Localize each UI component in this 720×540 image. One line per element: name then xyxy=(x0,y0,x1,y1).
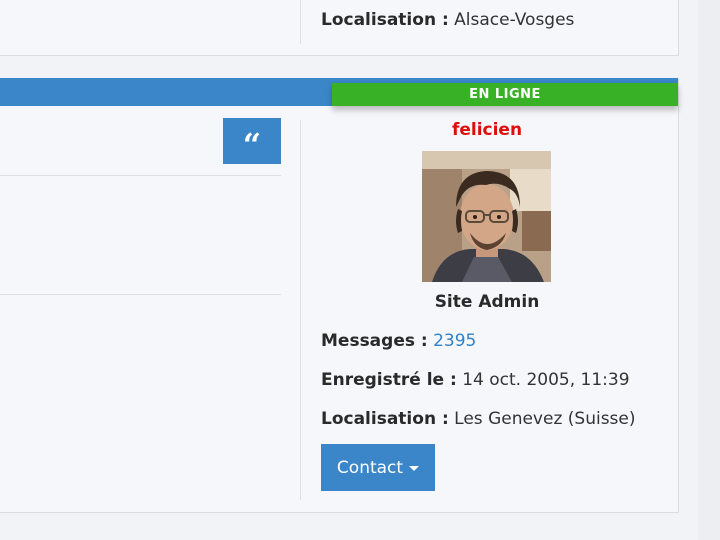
location-label: Localisation : xyxy=(321,409,449,429)
quote-button[interactable]: “ xyxy=(223,118,281,164)
contact-dropdown-button[interactable]: Contact xyxy=(321,444,435,491)
avatar-image xyxy=(422,151,551,282)
scrollbar-gutter xyxy=(698,0,720,540)
online-status-badge: EN LIGNE xyxy=(332,83,678,106)
content-separator xyxy=(0,294,281,295)
previous-post-card: Localisation : Alsace-Vosges xyxy=(0,0,679,56)
column-divider xyxy=(300,0,301,44)
user-rank: Site Admin xyxy=(434,292,540,312)
avatar[interactable] xyxy=(422,151,551,282)
registration-date-row: Enregistré le : 14 oct. 2005, 11:39 xyxy=(321,370,630,390)
previous-author-location: Localisation : Alsace-Vosges xyxy=(321,10,574,30)
messages-count-row: Messages : 2395 xyxy=(321,331,476,351)
location-label: Localisation : xyxy=(321,10,449,30)
column-divider xyxy=(300,120,301,500)
contact-label: Contact xyxy=(336,457,404,478)
registered-value: 14 oct. 2005, 11:39 xyxy=(462,370,630,390)
messages-count-link[interactable]: 2395 xyxy=(433,331,476,351)
location-value: Les Genevez (Suisse) xyxy=(454,409,636,429)
author-username[interactable]: felicien xyxy=(302,120,672,140)
post-card: EN LIGNE “ felicien Site Admin Messages … xyxy=(0,78,679,513)
registered-label: Enregistré le : xyxy=(321,370,457,390)
caret-down-icon xyxy=(409,466,420,471)
location-row: Localisation : Les Genevez (Suisse) xyxy=(321,409,636,429)
messages-label: Messages : xyxy=(321,331,428,351)
content-separator xyxy=(0,175,281,176)
author-profile: felicien Site Admin Messages: 2395 Enre… xyxy=(302,106,678,506)
location-value: Alsace-Vosges xyxy=(454,10,575,30)
